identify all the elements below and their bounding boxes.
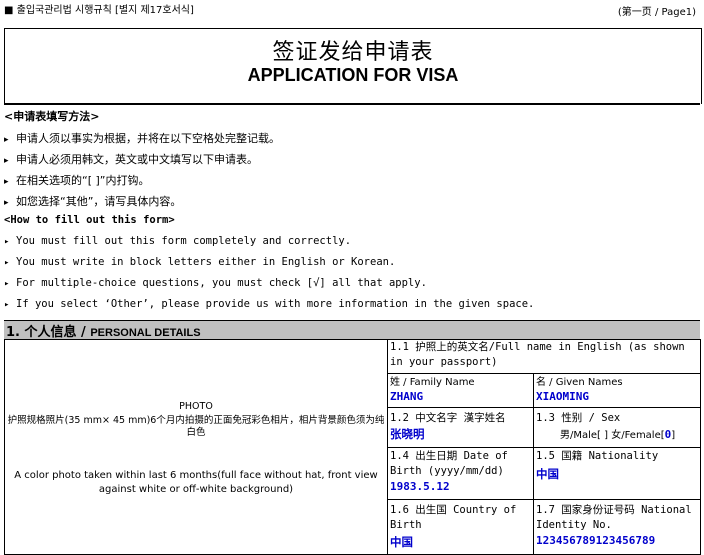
full-name-field: 1.1 护照上的英文名/Full name in English (as sho… [388, 339, 701, 374]
country-of-birth-field[interactable]: 1.6 出生国 Country of Birth 中国 [388, 500, 534, 555]
given-name-field[interactable]: 名 / Given Names XIAOMING [534, 374, 701, 408]
instruction-cn-item: ▸ 申请人必须用韩文，英文或中文填写以下申请表。 [4, 153, 258, 166]
instruction-en-item: ▸ If you select ‘Other’, please provide u… [4, 298, 535, 310]
chinese-name-label: 1.2 中文名字 漢字姓名 [390, 412, 506, 424]
bullet-icon: ▸ [4, 198, 9, 208]
date-of-birth-value[interactable]: 1983.5.12 [388, 479, 533, 494]
photo-en-instructions: A color photo taken within last 6 months… [14, 470, 378, 495]
title-box: 签证发给申请表 APPLICATION FOR VISA [4, 28, 702, 104]
instructions-cn-heading: <申请表填写方法> [4, 110, 100, 123]
instruction-cn-item: ▸ 在相关选项的“[ ]”内打钩。 [4, 174, 150, 187]
nationality-value[interactable]: 中国 [534, 464, 700, 484]
section-personal-details: 1. 个人信息 / PERSONAL DETAILS [4, 320, 700, 340]
instruction-cn-item: ▸ 如您选择“其他”，请写具体内容。 [4, 195, 182, 208]
sex-field[interactable]: 1.3 性别 / Sex 男/Male[ ] 女/Female[0] [534, 408, 701, 448]
full-name-label: 1.1 护照上的英文名/Full name in English (as sho… [390, 341, 685, 368]
form-reference: ■ 출입국관리법 시행규칙 [별지 제17호서식] [4, 5, 194, 16]
surname-value[interactable]: ZHANG [388, 390, 533, 403]
date-of-birth-label: 1.4 出生日期 Date of Birth (yyyy/mm/dd) [390, 450, 508, 477]
title-english: APPLICATION FOR VISA [247, 65, 459, 85]
personal-details-grid: PHOTO 护照规格照片(35 mm× 45 mm)6个月内拍摄的正面免冠彩色相… [4, 339, 701, 555]
sex-label: 1.3 性别 / Sex [536, 412, 621, 424]
chinese-name-field[interactable]: 1.2 中文名字 漢字姓名 张晓明 [388, 408, 534, 448]
instruction-cn-item: ▸ 申请人须以事实为根据，并将在以下空格处完整记载。 [4, 132, 280, 145]
bullet-icon: ▸ [4, 237, 10, 247]
date-of-birth-field[interactable]: 1.4 出生日期 Date of Birth (yyyy/mm/dd) 1983… [388, 448, 534, 500]
national-id-field[interactable]: 1.7 国家身份证号码 National Identity No. 123456… [534, 500, 701, 555]
photo-heading: PHOTO [179, 401, 213, 412]
nationality-field[interactable]: 1.5 国籍 Nationality 中国 [534, 448, 701, 500]
country-of-birth-value[interactable]: 中国 [388, 533, 533, 551]
chinese-name-value[interactable]: 张晓明 [388, 426, 533, 442]
photo-box[interactable]: PHOTO 护照规格照片(35 mm× 45 mm)6个月内拍摄的正面免冠彩色相… [4, 339, 388, 555]
title-divider [4, 103, 700, 105]
surname-field[interactable]: 姓 / Family Name ZHANG [388, 374, 534, 408]
given-name-value[interactable]: XIAOMING [534, 390, 700, 403]
bullet-icon: ▸ [4, 156, 9, 166]
title-chinese: 签证发给申请表 [272, 40, 434, 65]
national-id-label: 1.7 国家身份证号码 National Identity No. [536, 504, 692, 531]
instruction-en-item: ▸ You must fill out this form completely … [4, 235, 352, 247]
nationality-label: 1.5 国籍 Nationality [536, 450, 659, 462]
instruction-en-item: ▸ For multiple-choice questions, you must… [4, 277, 427, 289]
instruction-en-item: ▸ You must write in block letters either … [4, 256, 396, 268]
bullet-icon: ▸ [4, 258, 10, 268]
surname-label: 姓 / Family Name [390, 377, 475, 388]
page-reference: (第一页 / Page1) [617, 7, 696, 18]
bullet-icon: ▸ [4, 177, 9, 187]
bullet-icon: ▸ [4, 135, 9, 145]
bullet-icon: ▸ [4, 300, 10, 310]
national-id-value[interactable]: 123456789123456789 [534, 533, 700, 548]
sex-options[interactable]: 男/Male[ ] 女/Female[0] [534, 426, 700, 443]
header-bar: ■ 출입국관리법 시행규칙 [별지 제17호서식] (第一页 / Page1) [0, 0, 704, 28]
given-name-label: 名 / Given Names [536, 377, 623, 388]
bullet-icon: ▸ [4, 279, 10, 289]
photo-cn-instructions: 护照规格照片(35 mm× 45 mm)6个月内拍摄的正面免冠彩色相片，相片背景… [7, 415, 385, 438]
section-title: 1. 个人信息 / PERSONAL DETAILS [6, 325, 201, 340]
country-of-birth-label: 1.6 出生国 Country of Birth [390, 504, 517, 531]
instructions-en-heading: <How to fill out this form> [4, 214, 175, 226]
